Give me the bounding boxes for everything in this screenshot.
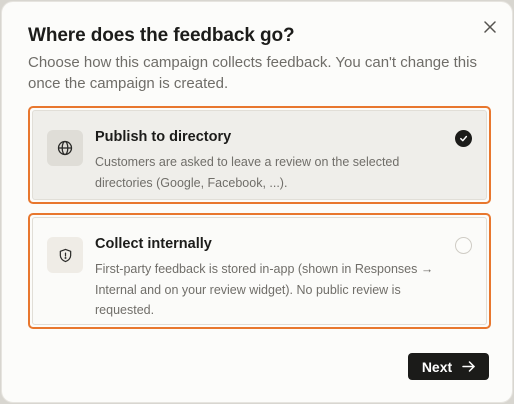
dialog-title: Where does the feedback go? — [28, 25, 295, 46]
option-description: First-party feedback is stored in-app (s… — [95, 262, 434, 317]
next-button-label: Next — [421, 358, 453, 375]
unselected-radio-indicator[interactable] — [455, 237, 472, 254]
close-button[interactable] — [480, 17, 500, 37]
globe-icon — [57, 140, 73, 156]
option-title: Collect internally — [95, 236, 212, 252]
option-icon-box — [47, 237, 83, 273]
option-card: Publish to directory Customers are asked… — [32, 110, 487, 200]
dialog-description: Choose how this campaign collects feedba… — [28, 54, 477, 92]
arrow-right-icon — [462, 361, 475, 372]
option-icon-box — [47, 130, 83, 166]
option-description: Customers are asked to leave a review on… — [95, 155, 400, 190]
selected-check-indicator[interactable] — [455, 130, 472, 147]
shield-icon — [59, 248, 71, 262]
close-icon — [484, 21, 496, 33]
option-title: Publish to directory — [95, 129, 232, 145]
check-icon — [460, 135, 468, 142]
option-publish-to-directory[interactable]: Publish to directory Customers are asked… — [28, 106, 491, 204]
feedback-destination-dialog: Where does the feedback go? Choose how t… — [1, 1, 513, 403]
option-card: Collect internally First-party feedback … — [32, 217, 487, 325]
option-collect-internally[interactable]: Collect internally First-party feedback … — [28, 213, 491, 329]
next-button[interactable]: Next — [408, 353, 489, 380]
